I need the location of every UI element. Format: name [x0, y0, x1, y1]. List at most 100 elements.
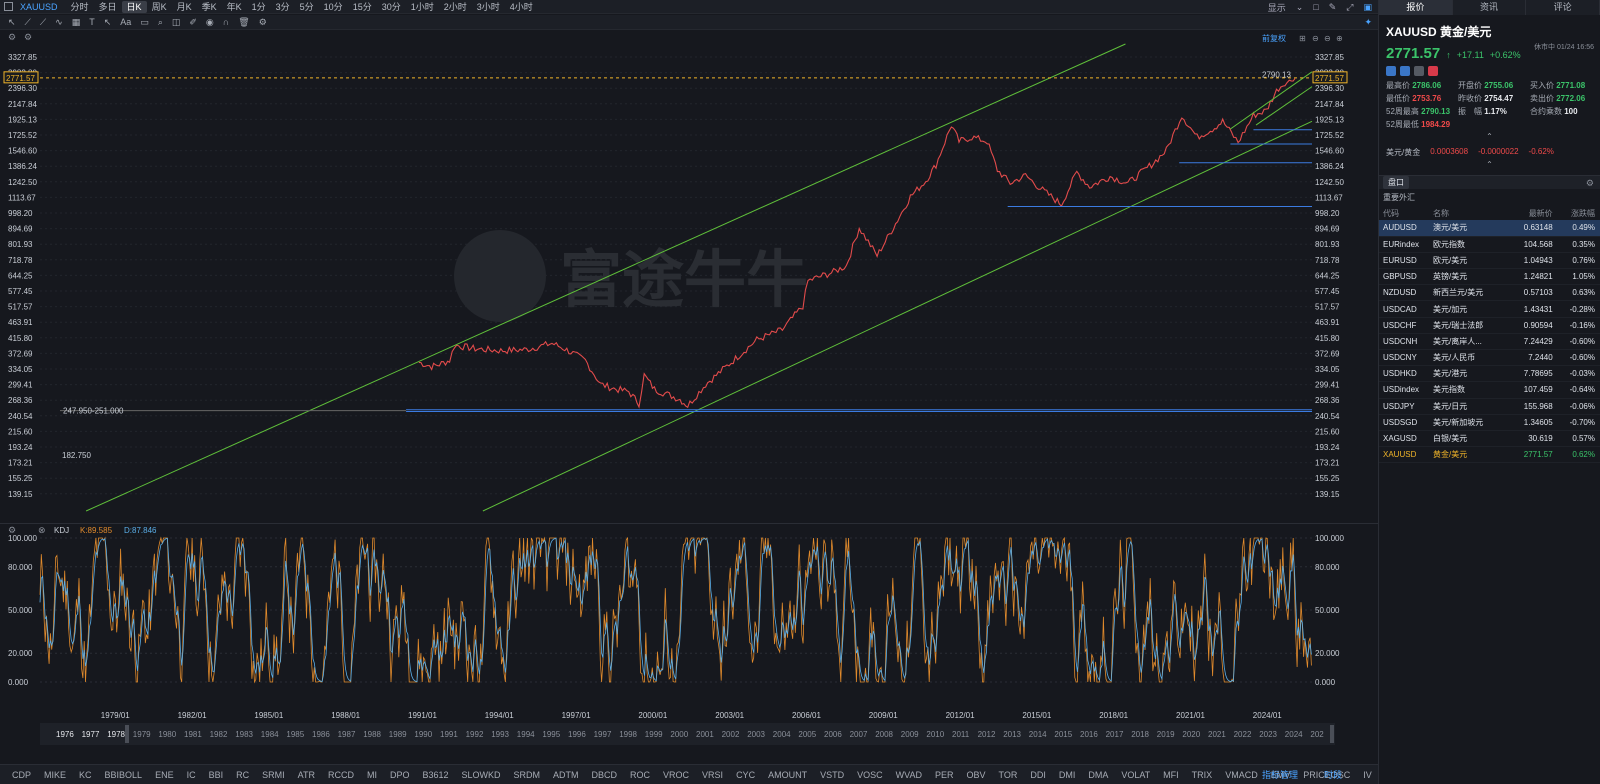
timeframe-10[interactable]: 10分	[319, 1, 348, 13]
indicator-manage-link[interactable]: 指标管理	[1262, 768, 1298, 781]
alert-icon[interactable]	[1386, 66, 1396, 76]
eye-icon[interactable]: ◉	[206, 17, 214, 28]
favorite-heart-icon[interactable]	[1428, 66, 1438, 76]
display-menu[interactable]: 显示	[1268, 1, 1286, 14]
timeframe-2[interactable]: 日K	[121, 0, 147, 13]
indicator-cdp[interactable]: CDP	[12, 770, 31, 780]
timeframe-5[interactable]: 季K	[197, 1, 222, 13]
watchlist-row[interactable]: GBPUSD 英镑/美元 1.24821 1.05%	[1379, 268, 1600, 286]
indicator-per[interactable]: PER	[935, 770, 954, 780]
timeframe-16[interactable]: 4小时	[505, 1, 538, 13]
collapse-chevron-icon-2[interactable]: ⌃	[1379, 160, 1600, 169]
watchlist-row[interactable]: XAUUSD 黄金/美元 2771.57 0.62%	[1379, 446, 1600, 464]
timeframe-15[interactable]: 3小时	[472, 1, 505, 13]
watchlist-row[interactable]: USDindex 美元指数 107.459 -0.64%	[1379, 381, 1600, 399]
trash-icon[interactable]: 🗑	[238, 17, 249, 28]
sidebar-toggle-icon[interactable]	[4, 2, 13, 11]
watchlist-row[interactable]: USDCAD 美元/加元 1.43431 -0.28%	[1379, 300, 1600, 318]
watchlist-row[interactable]: AUDUSD 澳元/美元 0.63148 0.49%	[1379, 220, 1600, 237]
indicator-dmi[interactable]: DMI	[1059, 770, 1076, 780]
comment-tool-icon[interactable]: ▭	[140, 17, 149, 28]
arrow-tool-icon[interactable]: ↖	[104, 17, 112, 28]
note-icon[interactable]	[1414, 66, 1424, 76]
line-tool-icon[interactable]: ⟋	[25, 17, 31, 28]
brush-icon[interactable]: ✐	[189, 17, 197, 28]
pen-icon[interactable]: ✎	[1329, 2, 1337, 13]
kdj-chart-svg[interactable]: ⚙ ⊗ KDJ K:89.585 D:87.846100.000 100.00080.00…	[0, 524, 1378, 706]
wave-tool-icon[interactable]: ∿	[55, 17, 63, 28]
share-icon[interactable]	[1400, 66, 1410, 76]
indicator-ddi[interactable]: DDI	[1030, 770, 1046, 780]
timeframe-4[interactable]: 月K	[172, 1, 197, 13]
col-code[interactable]: 代码	[1379, 206, 1429, 220]
col-name[interactable]: 名称	[1429, 206, 1511, 220]
indicator-slowkd[interactable]: SLOWKD	[462, 770, 501, 780]
indicator-srdm[interactable]: SRDM	[514, 770, 541, 780]
text-tool-icon[interactable]: T	[89, 17, 95, 27]
watchlist-row[interactable]: XAGUSD 白银/美元 30.619 0.57%	[1379, 430, 1600, 448]
indicator-vroc[interactable]: VROC	[663, 770, 689, 780]
indicator-dpo[interactable]: DPO	[390, 770, 410, 780]
col-price[interactable]: 最新价	[1511, 206, 1558, 220]
timeframe-1[interactable]: 多日	[94, 1, 122, 13]
expand-icon[interactable]: ⤢	[1346, 2, 1353, 13]
timeframe-13[interactable]: 1小时	[406, 1, 439, 13]
main-chart[interactable]: ⚙⚙前复权⊞⊖⊖⊕3327.853327.852982.802982.80239…	[0, 31, 1378, 523]
gear-icon[interactable]: ⚙	[1586, 178, 1594, 189]
indicator-roc[interactable]: ROC	[630, 770, 650, 780]
timeframe-14[interactable]: 2小时	[439, 1, 472, 13]
orderbook-tab[interactable]: 盘口	[1383, 176, 1409, 189]
watchlist-row[interactable]: EURindex 欧元指数 104.568 0.35%	[1379, 236, 1600, 253]
kdj-panel[interactable]: ⚙ ⊗ KDJ K:89.585 D:87.846 100.000 100.000 80.00…	[0, 523, 1378, 705]
indicator-atr[interactable]: ATR	[298, 770, 315, 780]
timeline-navigator-svg[interactable]: 1976 1977 1978 1979 1980 1981 1982 1983 1984 1985…	[40, 723, 1335, 745]
timeframe-8[interactable]: 3分	[271, 1, 295, 13]
timeframe-12[interactable]: 30分	[377, 1, 406, 13]
timeframe-0[interactable]: 分时	[66, 1, 94, 13]
col-pct[interactable]: 涨跌幅	[1558, 206, 1600, 220]
symbol-label[interactable]: XAUUSD	[20, 2, 58, 12]
timeframe-7[interactable]: 1分	[247, 1, 271, 13]
indicator-trix[interactable]: TRIX	[1192, 770, 1213, 780]
indicator-dbcd[interactable]: DBCD	[592, 770, 618, 780]
search-icon[interactable]: ⌕	[158, 17, 163, 28]
fib-tool-icon[interactable]: ▦	[72, 17, 81, 28]
watchlist-row[interactable]: NZDUSD 新西兰元/美元 0.57103 0.63%	[1379, 284, 1600, 302]
indicator-rccd[interactable]: RCCD	[328, 770, 354, 780]
font-tool-icon[interactable]: Aa	[120, 17, 131, 27]
indicator-obv[interactable]: OBV	[966, 770, 985, 780]
indicator-volat[interactable]: VOLAT	[1121, 770, 1150, 780]
timeline-navigator[interactable]: 1976 1977 1978 1979 1980 1981 1982 1983 1984 1985…	[40, 723, 1335, 745]
indicator-mi[interactable]: MI	[367, 770, 377, 780]
watchlist-row[interactable]: EURUSD 欧元/美元 1.04943 0.76%	[1379, 252, 1600, 270]
watchlist-row[interactable]: USDCNH 美元/离岸人... 7.24429 -0.60%	[1379, 333, 1600, 351]
watchlist-row[interactable]: USDSGD 美元/新加坡元 1.34605 -0.70%	[1379, 414, 1600, 431]
indicator-ene[interactable]: ENE	[155, 770, 174, 780]
watchlist-row[interactable]: USDJPY 美元/日元 155.968 -0.06%	[1379, 398, 1600, 415]
magnet-icon[interactable]: ∩	[223, 17, 229, 27]
square-icon[interactable]: □	[1313, 2, 1318, 12]
panel-tab-0[interactable]: 报价	[1379, 0, 1453, 15]
panel-toggle-icon[interactable]: ▣	[1363, 2, 1372, 13]
indicator-cyc[interactable]: CYC	[736, 770, 755, 780]
indicator-mfi[interactable]: MFI	[1163, 770, 1179, 780]
indicator-dma[interactable]: DMA	[1088, 770, 1108, 780]
indicator-bbi[interactable]: BBI	[209, 770, 224, 780]
indicator-iv[interactable]: IV	[1363, 770, 1372, 780]
timeframe-3[interactable]: 周K	[147, 1, 172, 13]
price-chart-svg[interactable]: ⚙⚙前复权⊞⊖⊖⊕3327.853327.852982.802982.80239…	[0, 31, 1378, 523]
settings-icon[interactable]: ⚙	[259, 17, 267, 28]
chevron-down-icon[interactable]: ⌄	[1296, 2, 1304, 13]
timeframe-6[interactable]: 年K	[222, 1, 247, 13]
indicator-vosc[interactable]: VOSC	[857, 770, 883, 780]
watchlist-row[interactable]: USDCHF 美元/瑞士法郎 0.90594 -0.16%	[1379, 317, 1600, 334]
indicator-mike[interactable]: MIKE	[44, 770, 66, 780]
indicator-tor[interactable]: TOR	[998, 770, 1017, 780]
indicator-vstd[interactable]: VSTD	[820, 770, 844, 780]
watchlist-row[interactable]: USDHKD 美元/港元 7.78695 -0.03%	[1379, 365, 1600, 383]
collapse-chevron-icon[interactable]: ⌃	[1379, 132, 1600, 141]
indicator-amount[interactable]: AMOUNT	[768, 770, 807, 780]
panel-tab-2[interactable]: 评论	[1526, 0, 1600, 15]
panel-tab-1[interactable]: 资讯	[1453, 0, 1527, 15]
indicator-vrsi[interactable]: VRSI	[702, 770, 723, 780]
